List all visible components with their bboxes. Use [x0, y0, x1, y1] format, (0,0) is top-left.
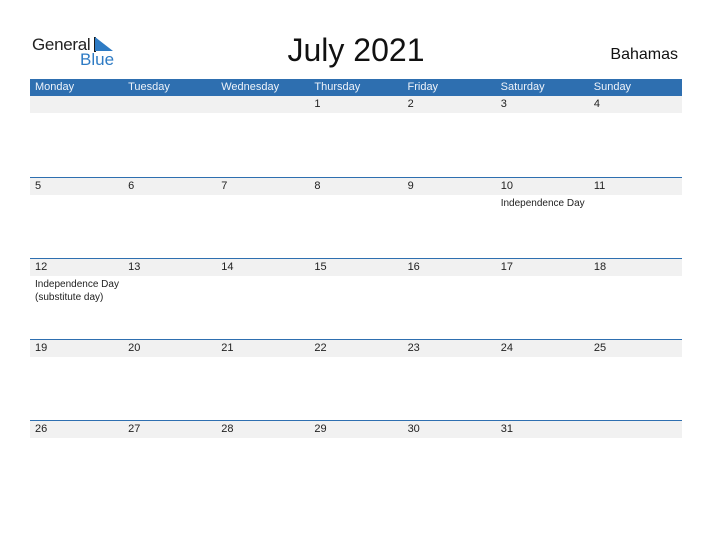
- day-number: 17: [500, 261, 513, 273]
- day-number: 27: [128, 423, 141, 435]
- day-number: 10: [500, 180, 513, 192]
- day-cell[interactable]: 19: [30, 340, 123, 421]
- day-number: 15: [314, 261, 327, 273]
- day-cell[interactable]: [30, 96, 123, 177]
- day-cell[interactable]: 6: [123, 178, 216, 259]
- day-cell[interactable]: 1: [309, 96, 402, 177]
- week-row: 19 20 21 22 23 24 25: [30, 339, 682, 421]
- weekday-saturday: Saturday: [500, 81, 545, 93]
- weekday-sunday: Sunday: [593, 81, 632, 93]
- day-number: 23: [407, 342, 420, 354]
- day-number: 26: [35, 423, 48, 435]
- day-cell[interactable]: 27: [123, 421, 216, 502]
- day-cell[interactable]: 25: [589, 340, 682, 421]
- weekday-header: Monday Tuesday Wednesday Thursday Friday…: [30, 79, 682, 96]
- day-number: 11: [593, 180, 606, 192]
- day-number: 12: [35, 261, 48, 273]
- day-cell[interactable]: 14: [216, 259, 309, 340]
- day-cell[interactable]: 16: [403, 259, 496, 340]
- day-number: 30: [407, 423, 420, 435]
- week-row: 5 6 7 8 9 10 Independence Day 11: [30, 177, 682, 259]
- day-cell[interactable]: [216, 96, 309, 177]
- day-cell[interactable]: 4: [589, 96, 682, 177]
- week-row: 26 27 28 29 30 31: [30, 420, 682, 502]
- day-cell[interactable]: [589, 421, 682, 502]
- day-cell[interactable]: 31: [496, 421, 589, 502]
- holiday-event: Independence Day (substitute day): [35, 279, 119, 303]
- day-cell[interactable]: 21: [216, 340, 309, 421]
- weekday-thursday: Thursday: [314, 81, 361, 93]
- holiday-event: Independence Day: [500, 198, 585, 209]
- day-number: 4: [593, 98, 600, 110]
- day-number: 20: [128, 342, 141, 354]
- day-number: 21: [221, 342, 234, 354]
- day-cell[interactable]: 8: [309, 178, 402, 259]
- day-cell[interactable]: 15: [309, 259, 402, 340]
- day-cell[interactable]: 26: [30, 421, 123, 502]
- day-number: 29: [314, 423, 327, 435]
- day-cell[interactable]: 11: [589, 178, 682, 259]
- weekday-monday: Monday: [35, 81, 75, 93]
- day-number: 8: [314, 180, 321, 192]
- day-cell[interactable]: 24: [496, 340, 589, 421]
- day-cell[interactable]: 30: [403, 421, 496, 502]
- weekday-friday: Friday: [407, 81, 439, 93]
- day-cell[interactable]: 10 Independence Day: [496, 178, 589, 259]
- day-number: 6: [128, 180, 135, 192]
- weekday-wednesday: Wednesday: [221, 81, 280, 93]
- day-cell[interactable]: 22: [309, 340, 402, 421]
- day-number: 31: [500, 423, 513, 435]
- day-number: 3: [500, 98, 507, 110]
- day-cell[interactable]: 23: [403, 340, 496, 421]
- day-number: 25: [593, 342, 607, 354]
- day-number: 24: [500, 342, 513, 354]
- day-cell[interactable]: [123, 96, 216, 177]
- day-cell[interactable]: 9: [403, 178, 496, 259]
- day-number: 14: [221, 261, 234, 273]
- day-number: 18: [593, 261, 607, 273]
- week-row: 12 Independence Day (substitute day) 13 14 1…: [30, 258, 682, 340]
- day-number: 19: [35, 342, 48, 354]
- day-cell[interactable]: 18: [589, 259, 682, 340]
- day-cell[interactable]: 17: [496, 259, 589, 340]
- day-cell[interactable]: 12 Independence Day (substitute day): [30, 259, 123, 340]
- day-number: 1: [314, 98, 321, 110]
- day-number: 28: [221, 423, 234, 435]
- day-number: 16: [407, 261, 420, 273]
- day-number: 2: [407, 98, 414, 110]
- day-cell[interactable]: 5: [30, 178, 123, 259]
- day-cell[interactable]: 7: [216, 178, 309, 259]
- day-cell[interactable]: 29: [309, 421, 402, 502]
- day-cell[interactable]: 20: [123, 340, 216, 421]
- country-label: Bahamas: [610, 46, 678, 63]
- day-cell[interactable]: 2: [403, 96, 496, 177]
- weekday-tuesday: Tuesday: [128, 81, 170, 93]
- day-number: 22: [314, 342, 327, 354]
- day-number: 9: [407, 180, 414, 192]
- day-cell[interactable]: 28: [216, 421, 309, 502]
- day-number: 13: [128, 261, 141, 273]
- day-number: 7: [221, 180, 228, 192]
- day-cell[interactable]: 3: [496, 96, 589, 177]
- week-row: 1 2 3 4: [30, 96, 682, 177]
- day-cell[interactable]: 13: [123, 259, 216, 340]
- day-number: 5: [35, 180, 42, 192]
- page-title: July 2021: [287, 32, 425, 68]
